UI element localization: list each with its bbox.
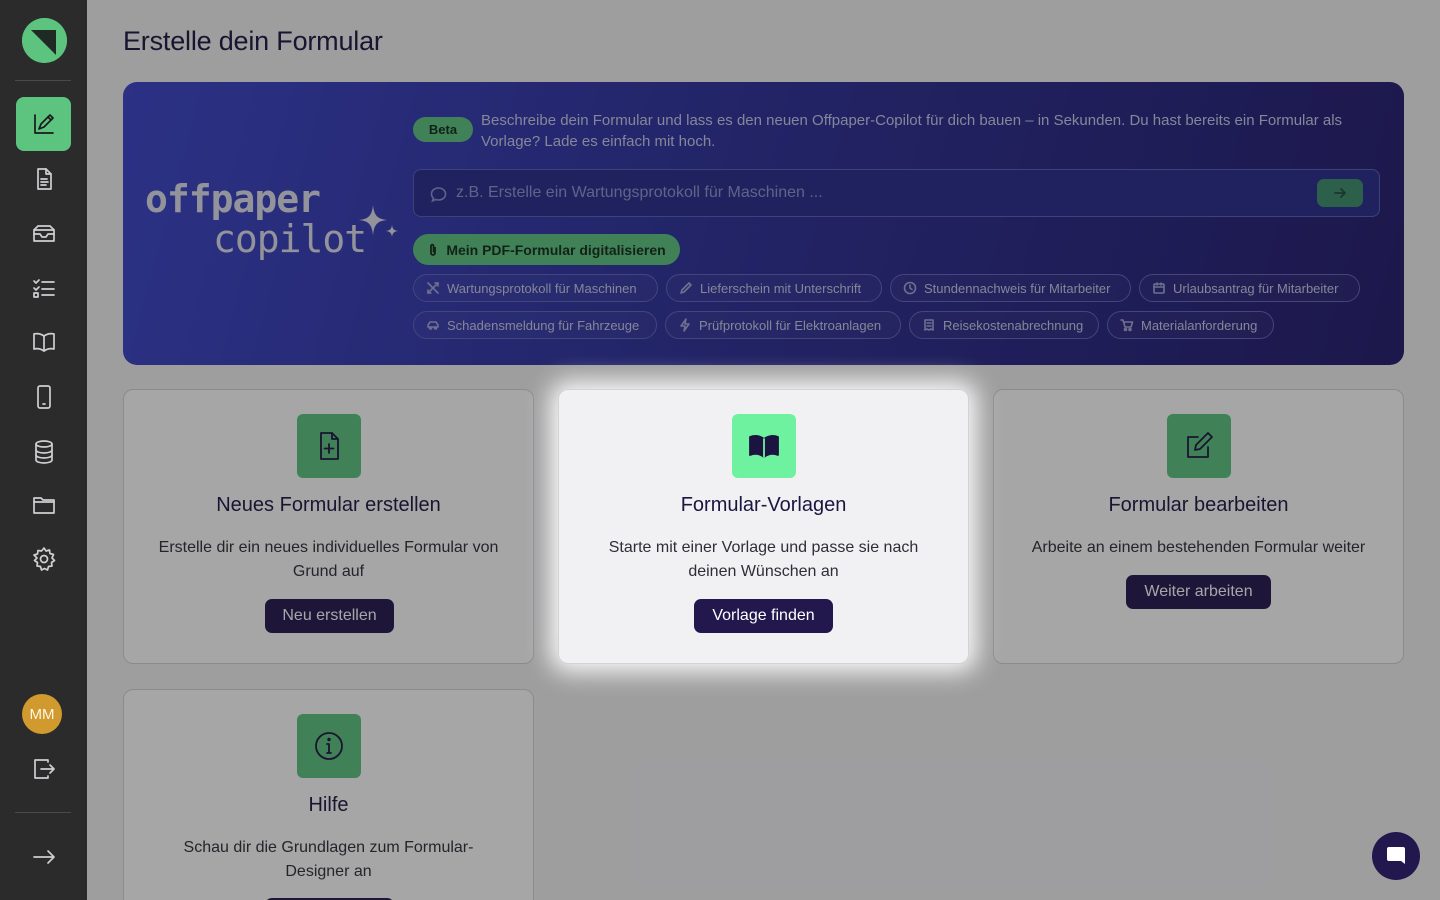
folder-icon bbox=[32, 497, 55, 514]
sidebar-item-checklists[interactable] bbox=[16, 261, 71, 315]
card-title: Formular-Vorlagen bbox=[680, 494, 847, 516]
sidebar: MM bbox=[0, 0, 87, 900]
continue-working-button[interactable]: Weiter arbeiten bbox=[1126, 575, 1271, 609]
card-description: Starte mit einer Vorlage und passe sie n… bbox=[608, 539, 919, 580]
avatar[interactable]: MM bbox=[22, 694, 62, 734]
card-title: Formular bearbeiten bbox=[1108, 494, 1289, 516]
chip-label: Schadensmeldung für Fahrzeuge bbox=[447, 317, 640, 333]
paperclip-icon bbox=[430, 243, 437, 256]
arrow-right-icon bbox=[1334, 188, 1347, 198]
suggestion-chip[interactable]: Reisekostenabrechnung bbox=[909, 311, 1099, 339]
copilot-logo: offpaper copilot bbox=[145, 177, 398, 267]
card-description: Arbeite an einem bestehenden Formular we… bbox=[1031, 539, 1366, 556]
page-title: Erstelle dein Formular bbox=[123, 26, 383, 56]
gear-icon bbox=[32, 547, 55, 571]
sparkle-icon bbox=[359, 205, 398, 237]
form-editor-icon bbox=[33, 114, 54, 134]
logo-word-copilot: copilot bbox=[213, 217, 367, 261]
chip-label: Lieferschein mit Unterschrift bbox=[700, 280, 862, 296]
card-new-form: Neues Formular erstellen Erstelle dir ei… bbox=[123, 389, 534, 664]
logout-button[interactable] bbox=[16, 742, 71, 796]
copilot-hero: offpaper copilot Beta Beschreibe dein Fo… bbox=[123, 82, 1404, 365]
chat-icon bbox=[1387, 847, 1405, 864]
copilot-prompt bbox=[413, 169, 1380, 217]
card-title: Hilfe bbox=[308, 794, 349, 816]
inbox-icon bbox=[32, 225, 55, 242]
expand-sidebar-button[interactable] bbox=[16, 830, 71, 884]
tools-icon bbox=[427, 282, 439, 294]
checklist-icon bbox=[32, 279, 55, 298]
arrow-right-icon bbox=[32, 850, 55, 864]
find-template-button[interactable]: Vorlage finden bbox=[694, 599, 833, 633]
book-open-icon bbox=[732, 414, 796, 478]
chat-bubble-icon bbox=[430, 186, 447, 203]
copilot-prompt-input[interactable] bbox=[456, 178, 1296, 208]
sidebar-item-guide[interactable] bbox=[16, 315, 71, 369]
card-form-templates: Formular-Vorlagen Starte mit einer Vorla… bbox=[558, 389, 969, 664]
suggestion-chip[interactable]: Materialanforderung bbox=[1107, 311, 1274, 339]
sidebar-item-folders[interactable] bbox=[16, 478, 71, 532]
create-new-button[interactable]: Neu erstellen bbox=[265, 599, 394, 633]
logout-icon bbox=[33, 759, 55, 779]
pen-icon bbox=[680, 282, 692, 294]
chip-label: Wartungsprotokoll für Maschinen bbox=[447, 280, 637, 296]
document-icon bbox=[36, 168, 52, 190]
sidebar-divider bbox=[15, 812, 71, 813]
file-plus-icon bbox=[297, 414, 361, 478]
suggestion-chip[interactable]: Stundennachweis für Mitarbeiter bbox=[890, 274, 1131, 302]
suggestion-chip[interactable]: Prüfprotokoll für Elektroanlagen bbox=[665, 311, 901, 339]
receipt-icon bbox=[924, 319, 934, 331]
database-icon bbox=[34, 440, 53, 464]
sidebar-item-inbox[interactable] bbox=[16, 207, 71, 261]
lightning-icon bbox=[680, 318, 690, 332]
digitize-pdf-label: Mein PDF-Formular digitalisieren bbox=[446, 241, 666, 258]
chat-button[interactable] bbox=[1372, 832, 1420, 880]
info-icon bbox=[297, 714, 361, 778]
offpaper-logo-icon[interactable] bbox=[22, 18, 67, 63]
chip-label: Urlaubsantrag für Mitarbeiter bbox=[1173, 280, 1339, 296]
hero-description: Beschreibe dein Formular und lass es den… bbox=[481, 112, 1343, 150]
clock-icon bbox=[903, 281, 917, 295]
suggestion-chip[interactable]: Schadensmeldung für Fahrzeuge bbox=[413, 311, 657, 339]
mobile-icon bbox=[36, 385, 51, 409]
sidebar-item-mobile[interactable] bbox=[16, 370, 71, 424]
suggestion-chip[interactable]: Wartungsprotokoll für Maschinen bbox=[413, 274, 658, 302]
beta-badge: Beta bbox=[413, 117, 473, 142]
sidebar-item-form-editor[interactable] bbox=[16, 97, 71, 151]
sidebar-item-documents[interactable] bbox=[16, 152, 71, 206]
book-icon bbox=[32, 332, 55, 352]
chip-label: Reisekostenabrechnung bbox=[943, 317, 1084, 333]
card-description: Schau dir die Grundlagen zum Formular-De… bbox=[183, 839, 474, 880]
sidebar-item-database[interactable] bbox=[16, 425, 71, 479]
card-edit-form: Formular bearbeiten Arbeite an einem bes… bbox=[993, 389, 1404, 664]
chip-label: Stundennachweis für Mitarbeiter bbox=[924, 280, 1111, 296]
calendar-icon bbox=[1153, 282, 1165, 294]
card-help: Hilfe Schau dir die Grundlagen zum Formu… bbox=[123, 689, 534, 900]
car-icon bbox=[427, 321, 439, 330]
edit-icon bbox=[1167, 414, 1231, 478]
cart-icon bbox=[1120, 319, 1134, 332]
chip-label: Prüfprotokoll für Elektroanlagen bbox=[699, 317, 882, 333]
sidebar-item-settings[interactable] bbox=[16, 532, 71, 586]
card-title: Neues Formular erstellen bbox=[216, 494, 441, 516]
card-description: Erstelle dir ein neues individuelles For… bbox=[158, 539, 499, 580]
digitize-pdf-button[interactable]: Mein PDF-Formular digitalisieren bbox=[413, 234, 680, 265]
suggestion-chip[interactable]: Urlaubsantrag für Mitarbeiter bbox=[1139, 274, 1360, 302]
logo-word-offpaper: offpaper bbox=[145, 177, 321, 221]
chip-label: Materialanforderung bbox=[1141, 317, 1258, 333]
suggestion-chip[interactable]: Lieferschein mit Unterschrift bbox=[666, 274, 882, 302]
sidebar-divider bbox=[15, 80, 71, 81]
avatar-initials: MM bbox=[29, 705, 55, 723]
send-button[interactable] bbox=[1317, 179, 1363, 207]
